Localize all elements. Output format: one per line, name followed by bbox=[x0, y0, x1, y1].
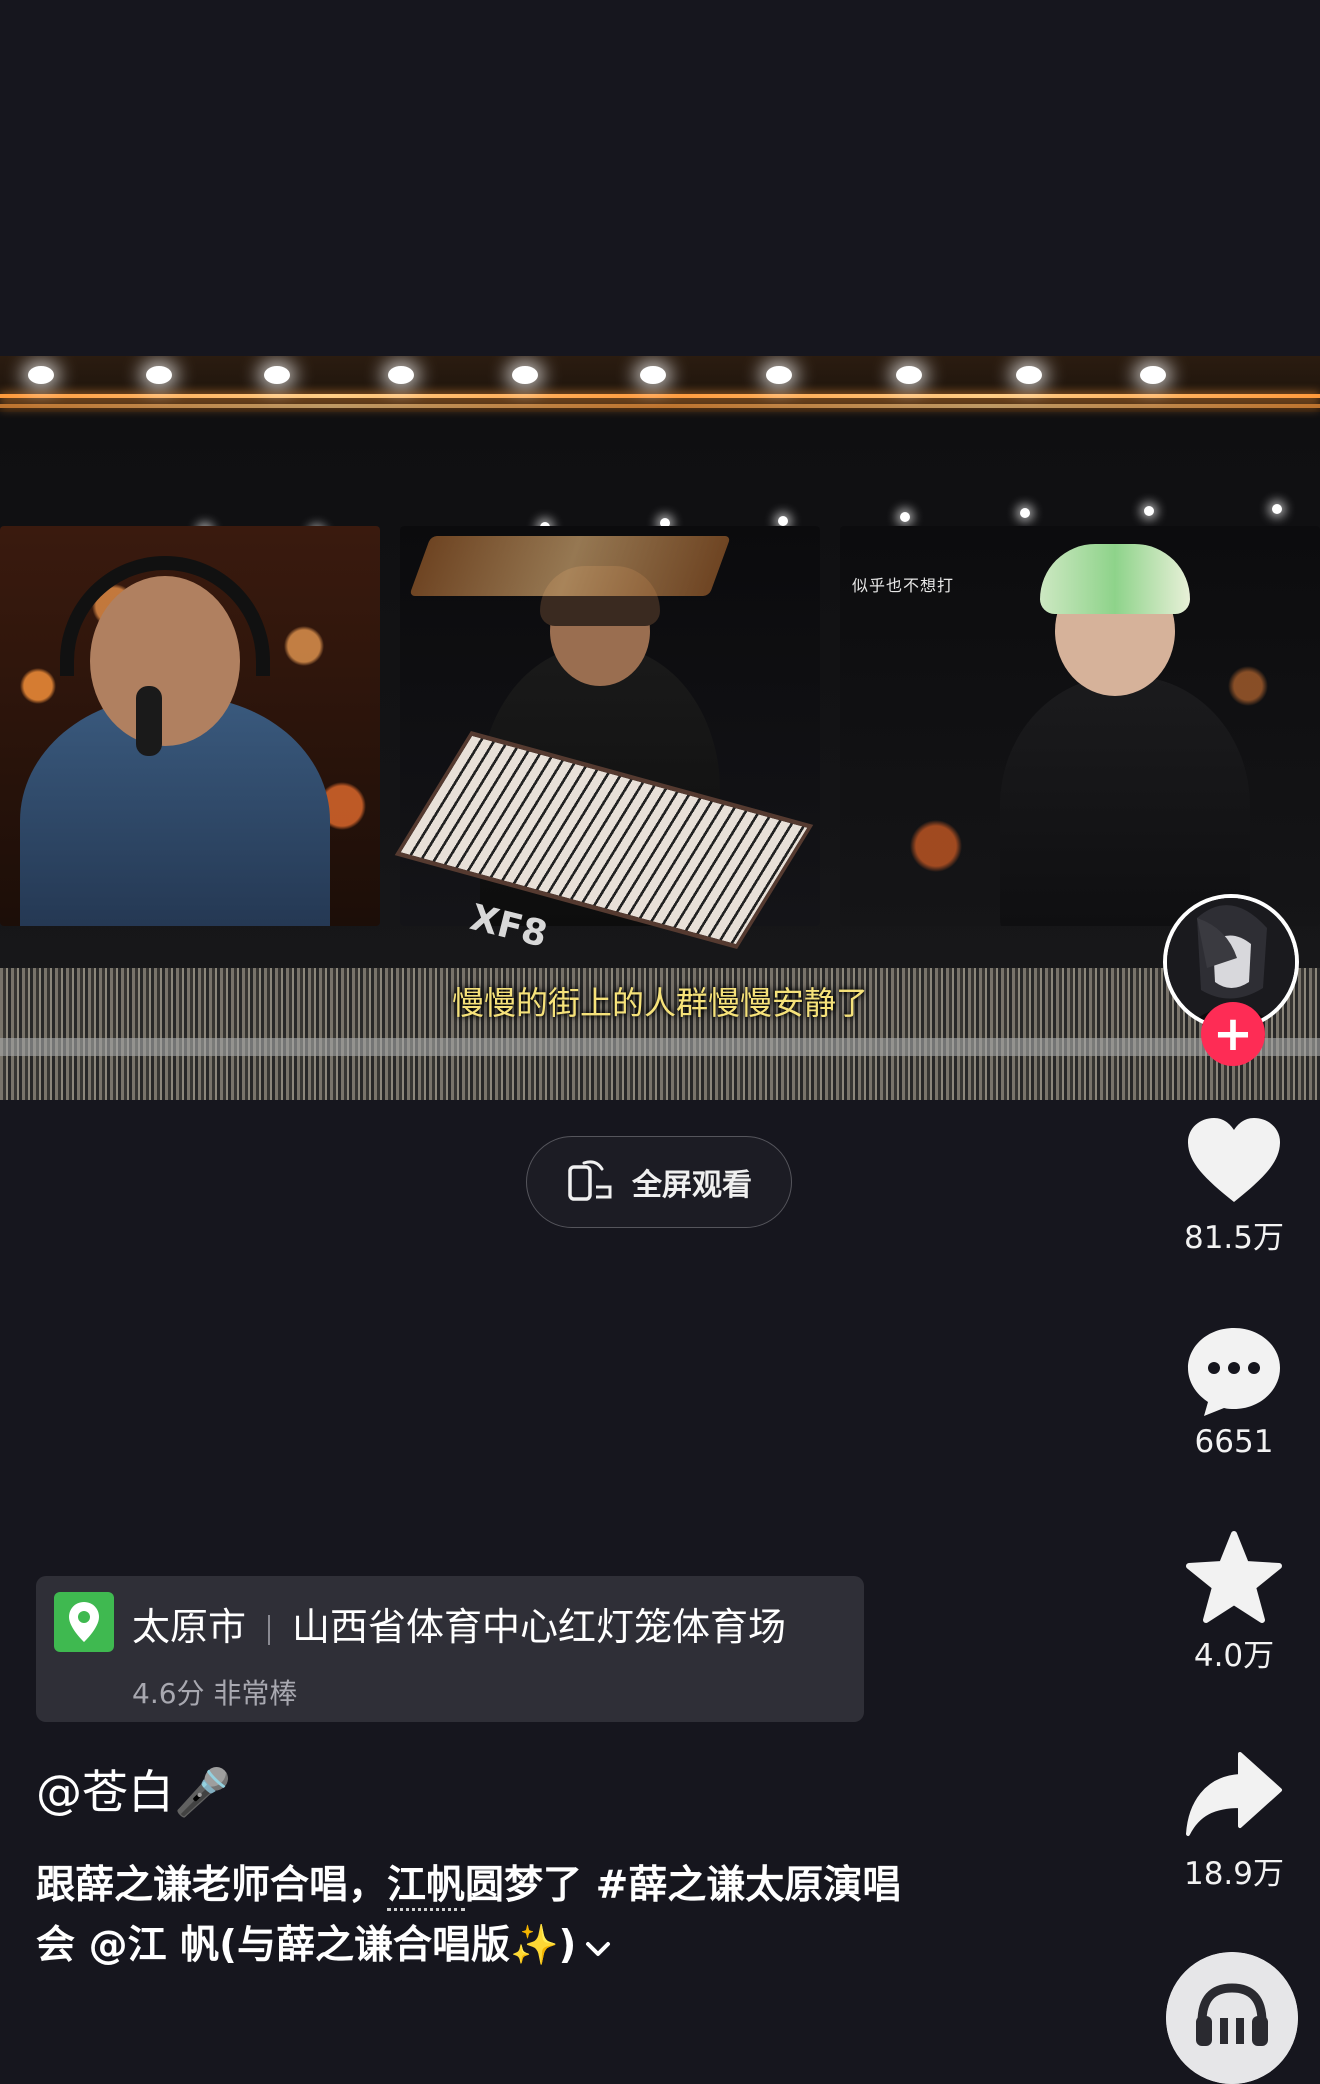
comment-button[interactable]: 6651 bbox=[1160, 1324, 1308, 1460]
stage-truss bbox=[0, 356, 1320, 412]
divider bbox=[268, 1614, 271, 1645]
author-name[interactable]: @苍白🎤 bbox=[36, 1756, 231, 1822]
underlined-keyword[interactable]: 江帆 bbox=[387, 1863, 466, 1911]
description-text-2: 圆梦了 bbox=[465, 1863, 596, 1908]
video-subtitle: 慢慢的街上的人群慢慢安静了 bbox=[451, 984, 868, 1022]
heart-icon bbox=[1188, 1118, 1280, 1202]
location-venue: 山西省体育中心红灯笼体育场 bbox=[292, 1605, 787, 1649]
share-count: 18.9万 bbox=[1183, 1856, 1285, 1892]
favorite-count: 4.0万 bbox=[1193, 1638, 1275, 1674]
video-player[interactable]: 似乎也不想打 XF8 慢慢的街上的人群慢慢安静了 bbox=[0, 356, 1320, 1100]
follow-button[interactable]: + bbox=[1201, 1002, 1265, 1066]
favorite-button[interactable]: 4.0万 bbox=[1160, 1530, 1308, 1675]
screen-left-singer bbox=[0, 526, 380, 926]
chevron-down-icon[interactable] bbox=[584, 1918, 612, 1978]
hashtag-link-continued[interactable]: 会 bbox=[36, 1923, 89, 1968]
location-title: 太原市 山西省体育中心红灯笼体育场 bbox=[132, 1596, 786, 1651]
video-description: 跟薛之谦老师合唱，江帆圆梦了 #薛之谦太原演唱 会 @江 帆(与薛之谦合唱版✨) bbox=[36, 1856, 1036, 1978]
fullscreen-label: 全屏观看 bbox=[632, 1168, 752, 1203]
screen-caption: 似乎也不想打 bbox=[852, 576, 955, 595]
screen-right-singer: 似乎也不想打 bbox=[840, 526, 1320, 926]
mention-link[interactable]: @江 帆(与薛之谦合唱版✨) bbox=[89, 1923, 577, 1968]
rotate-phone-icon bbox=[566, 1157, 616, 1207]
location-card[interactable]: 太原市 山西省体育中心红灯笼体育场 4.6分 非常棒 bbox=[36, 1576, 864, 1722]
location-rating: 4.6分 非常棒 bbox=[132, 1677, 298, 1710]
location-pin-icon bbox=[54, 1592, 114, 1652]
star-icon bbox=[1186, 1531, 1282, 1623]
share-button[interactable]: 18.9万 bbox=[1160, 1748, 1308, 1893]
location-city: 太原市 bbox=[132, 1605, 247, 1649]
fullscreen-button[interactable]: 全屏观看 bbox=[526, 1136, 792, 1228]
comment-count: 6651 bbox=[1194, 1424, 1274, 1460]
like-button[interactable]: 81.5万 bbox=[1160, 1116, 1308, 1257]
description-text: 跟薛之谦老师合唱， bbox=[36, 1863, 388, 1908]
creator-avatar-area[interactable]: + bbox=[1163, 894, 1303, 1066]
plus-icon: + bbox=[1212, 1006, 1254, 1062]
share-arrow-icon bbox=[1186, 1752, 1282, 1836]
comment-bubble-icon bbox=[1188, 1328, 1280, 1416]
music-disc-icon[interactable] bbox=[1166, 1952, 1298, 2084]
like-count: 81.5万 bbox=[1183, 1220, 1285, 1256]
hashtag-link[interactable]: #薛之谦太原演唱 bbox=[596, 1863, 902, 1908]
